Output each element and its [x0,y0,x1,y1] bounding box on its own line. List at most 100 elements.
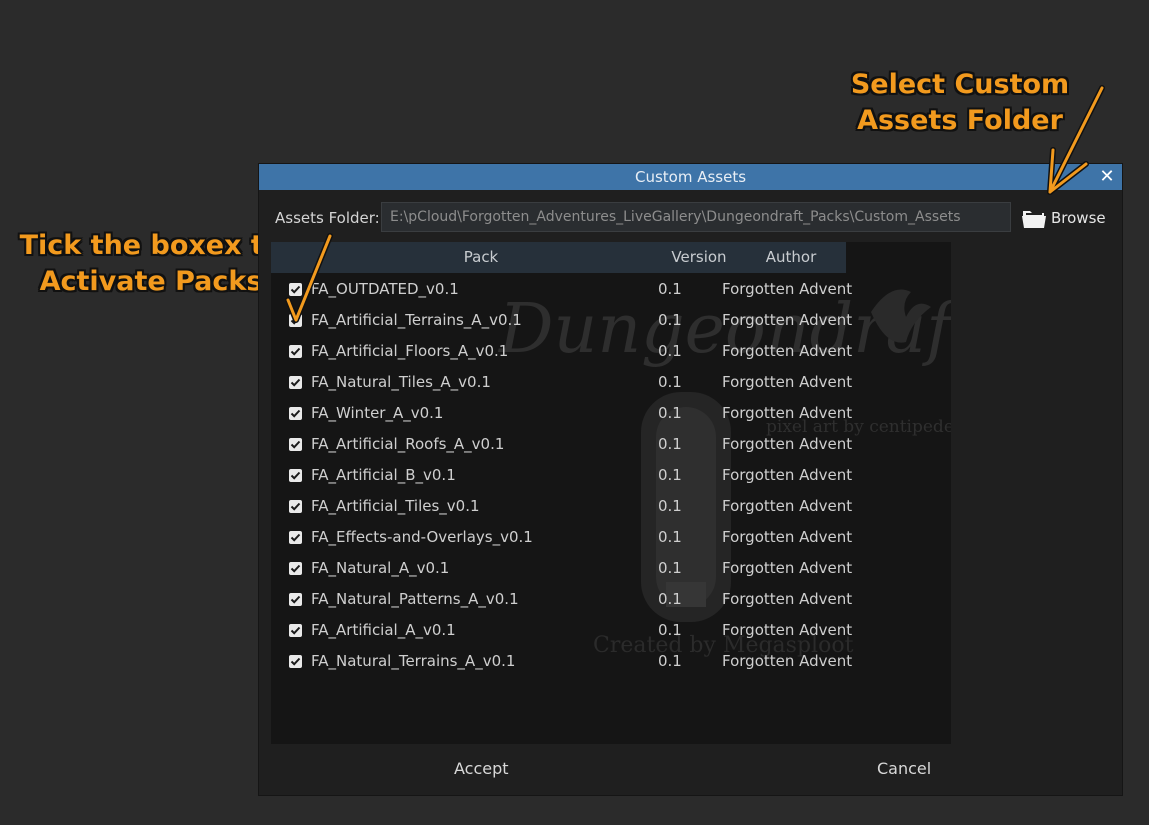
pack-author: Forgotten Advent [722,559,853,577]
pack-checkbox[interactable] [289,531,302,544]
assets-folder-label: Assets Folder: [275,209,380,227]
pack-name: FA_Artificial_B_v0.1 [311,466,456,484]
pack-version: 0.1 [658,435,682,453]
pack-checkbox[interactable] [289,469,302,482]
pack-version: 0.1 [658,621,682,639]
column-header-pack[interactable]: Pack [271,242,691,273]
pack-checkbox[interactable] [289,655,302,668]
pack-name: FA_Natural_Tiles_A_v0.1 [311,373,491,391]
pack-author: Forgotten Advent [722,466,853,484]
pack-name: FA_Natural_Terrains_A_v0.1 [311,652,516,670]
pack-author: Forgotten Advent [722,652,853,670]
pack-name: FA_Artificial_Floors_A_v0.1 [311,342,509,360]
pack-author: Forgotten Advent [722,621,853,639]
table-row[interactable]: FA_Effects-and-Overlays_v0.1 0.1 Forgott… [271,522,951,553]
annotation-left-line-2: Activate Packs [39,266,263,297]
pack-version: 0.1 [658,373,682,391]
pack-version: 0.1 [658,342,682,360]
pack-checkbox[interactable] [289,407,302,420]
annotation-activate-packs: Tick the boxex to Activate Packs [0,228,302,300]
checkmark-icon [290,471,301,480]
pack-version: 0.1 [658,652,682,670]
checkmark-icon [290,347,301,356]
pack-name: FA_Artificial_Roofs_A_v0.1 [311,435,505,453]
pack-author: Forgotten Advent [722,590,853,608]
pack-version: 0.1 [658,311,682,329]
pack-checkbox[interactable] [289,438,302,451]
pack-author: Forgotten Advent [722,497,853,515]
pack-checkbox[interactable] [289,314,302,327]
checkmark-icon [290,533,301,542]
pack-author: Forgotten Advent [722,342,853,360]
assets-folder-input[interactable] [381,202,1011,232]
pack-author: Forgotten Advent [722,280,853,298]
pack-version: 0.1 [658,528,682,546]
pack-checkbox[interactable] [289,500,302,513]
table-row[interactable]: FA_Artificial_B_v0.1 0.1 Forgotten Adven… [271,460,951,491]
pack-author: Forgotten Advent [722,404,853,422]
dialog-title: Custom Assets [634,168,747,186]
checkmark-icon [290,285,301,294]
checkmark-icon [290,595,301,604]
column-header-author[interactable]: Author [751,242,831,273]
pack-author: Forgotten Advent [722,528,853,546]
checkmark-icon [290,502,301,511]
pack-name: FA_Artificial_Tiles_v0.1 [311,497,480,515]
pack-name: FA_Natural_A_v0.1 [311,559,450,577]
custom-assets-dialog: Custom Assets ✕ Assets Folder: Browse Du… [259,164,1122,795]
browse-button[interactable]: Browse [1022,204,1106,232]
pack-author: Forgotten Advent [722,373,853,391]
table-row[interactable]: FA_Winter_A_v0.1 0.1 Forgotten Advent [271,398,951,429]
pack-version: 0.1 [658,404,682,422]
assets-folder-row: Assets Folder: Browse [259,202,1122,234]
pack-name: FA_Natural_Patterns_A_v0.1 [311,590,519,608]
accept-button[interactable]: Accept [454,754,509,784]
pack-version: 0.1 [658,497,682,515]
dialog-footer: Accept Cancel [259,754,1122,784]
column-header-version[interactable]: Version [649,242,749,273]
pack-version: 0.1 [658,466,682,484]
pack-checkbox[interactable] [289,593,302,606]
annotation-select-folder: Select Custom Assets Folder [835,67,1085,139]
pack-version: 0.1 [658,280,682,298]
checkmark-icon [290,564,301,573]
pack-checkbox[interactable] [289,562,302,575]
checkmark-icon [290,378,301,387]
folder-open-icon [1022,211,1046,228]
table-row[interactable]: FA_Artificial_Terrains_A_v0.1 0.1 Forgot… [271,305,951,336]
close-icon[interactable]: ✕ [1098,164,1116,190]
table-rows: FA_OUTDATED_v0.1 0.1 Forgotten Advent FA… [271,274,951,677]
annotation-right-line-1: Select Custom [850,69,1070,100]
table-header: Pack Version Author [271,242,846,273]
table-row[interactable]: FA_Natural_Terrains_A_v0.1 0.1 Forgotten… [271,646,951,677]
annotation-left-line-1: Tick the boxex to [19,230,283,261]
pack-name: FA_OUTDATED_v0.1 [311,280,459,298]
packs-table: Dungeondraft pixel art by centipede Crea… [271,242,951,744]
pack-author: Forgotten Advent [722,435,853,453]
pack-checkbox[interactable] [289,283,302,296]
pack-name: FA_Winter_A_v0.1 [311,404,444,422]
table-row[interactable]: FA_Artificial_Roofs_A_v0.1 0.1 Forgotten… [271,429,951,460]
pack-checkbox[interactable] [289,624,302,637]
pack-name: FA_Artificial_A_v0.1 [311,621,456,639]
browse-label: Browse [1051,209,1106,227]
pack-checkbox[interactable] [289,345,302,358]
annotation-right-line-2: Assets Folder [857,105,1063,136]
table-row[interactable]: FA_Natural_Patterns_A_v0.1 0.1 Forgotten… [271,584,951,615]
cancel-button[interactable]: Cancel [877,754,931,784]
table-row[interactable]: FA_OUTDATED_v0.1 0.1 Forgotten Advent [271,274,951,305]
checkmark-icon [290,409,301,418]
pack-name: FA_Artificial_Terrains_A_v0.1 [311,311,522,329]
table-row[interactable]: FA_Artificial_Tiles_v0.1 0.1 Forgotten A… [271,491,951,522]
table-row[interactable]: FA_Artificial_A_v0.1 0.1 Forgotten Adven… [271,615,951,646]
checkmark-icon [290,626,301,635]
pack-name: FA_Effects-and-Overlays_v0.1 [311,528,533,546]
pack-checkbox[interactable] [289,376,302,389]
table-row[interactable]: FA_Natural_A_v0.1 0.1 Forgotten Advent [271,553,951,584]
table-row[interactable]: FA_Artificial_Floors_A_v0.1 0.1 Forgotte… [271,336,951,367]
dialog-title-bar: Custom Assets ✕ [259,164,1122,190]
checkmark-icon [290,440,301,449]
pack-author: Forgotten Advent [722,311,853,329]
pack-version: 0.1 [658,559,682,577]
table-row[interactable]: FA_Natural_Tiles_A_v0.1 0.1 Forgotten Ad… [271,367,951,398]
